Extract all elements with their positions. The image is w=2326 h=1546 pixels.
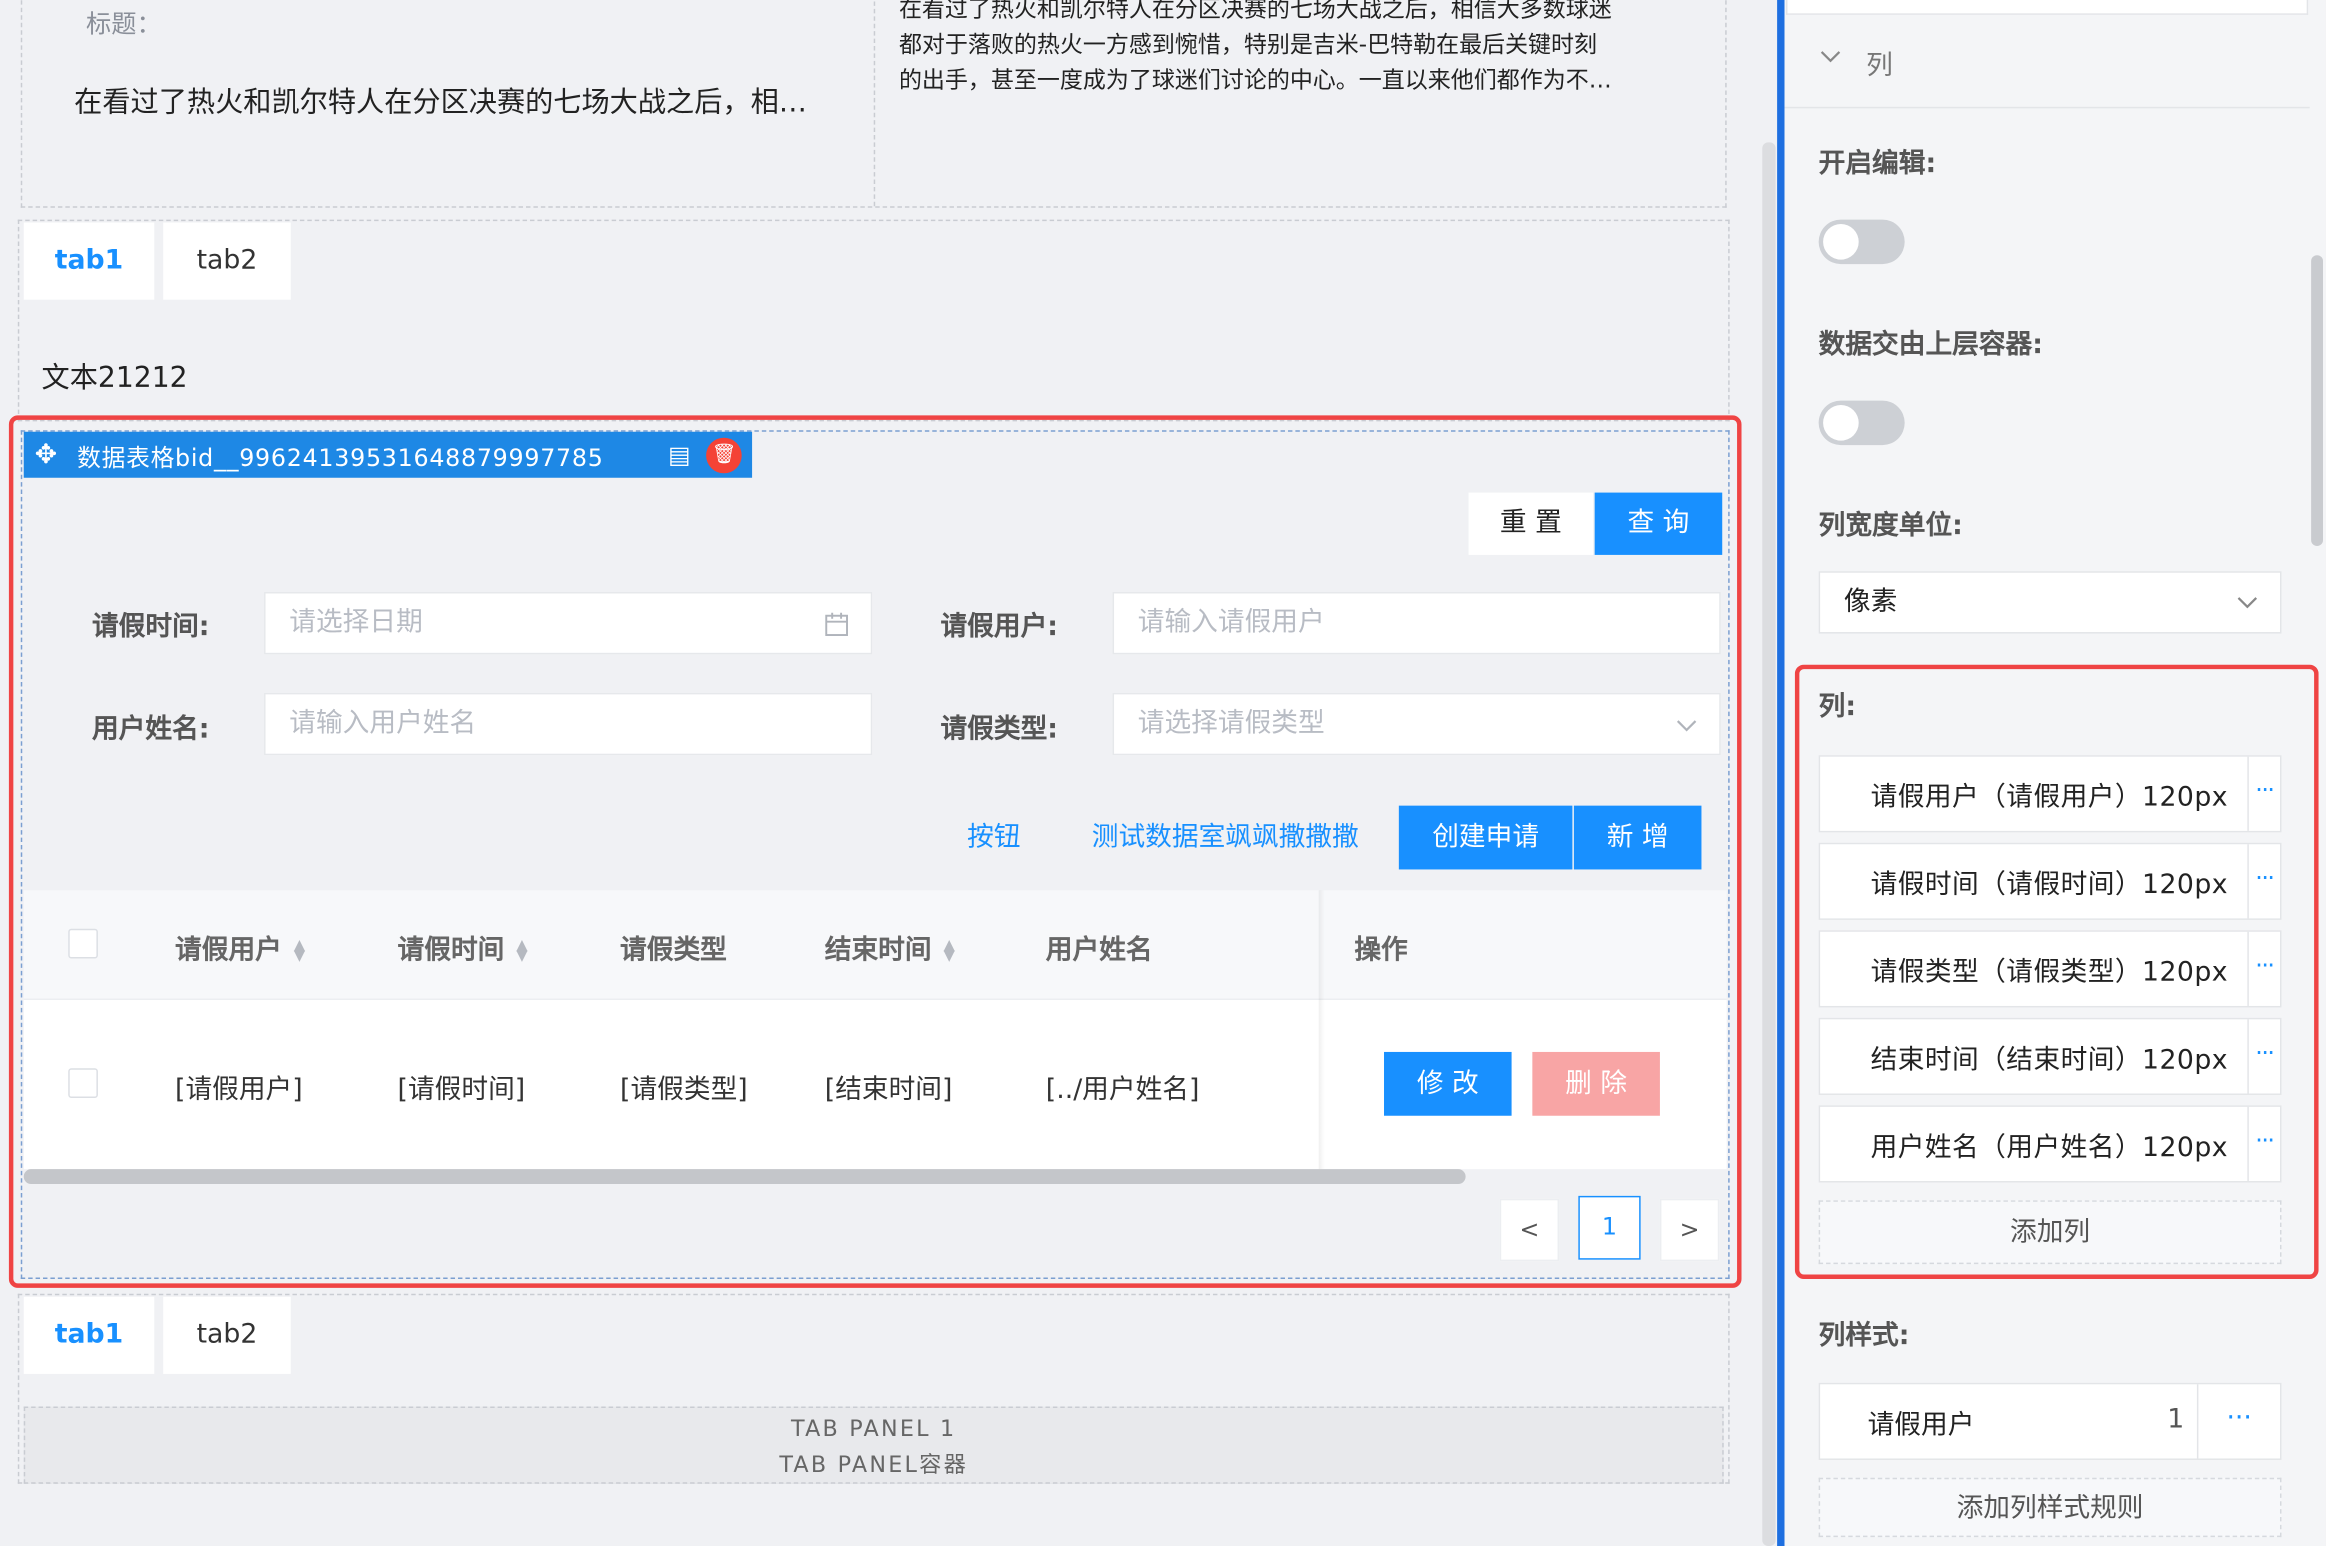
th-actions: 操作 <box>1354 934 1408 966</box>
leave-type-label: 请假类型: <box>940 713 1058 745</box>
more-icon[interactable]: ··· <box>2196 1384 2280 1459</box>
style-rule-count: 1 <box>2167 1403 2185 1435</box>
leave-user-label: 请假用户: <box>940 611 1058 643</box>
add-style-rule-button[interactable]: 添加列样式规则 <box>1818 1477 2282 1538</box>
tab-1-bottom[interactable]: tab1 <box>23 1296 155 1374</box>
user-name-placeholder: 请输入用户姓名 <box>289 707 477 739</box>
article-line: 在看过了热火和凯尔特人在分区决赛的七场大战之后，相信大多数球迷 <box>898 0 1612 23</box>
leave-user-placeholder: 请输入请假用户 <box>1137 606 1325 638</box>
th-leave-user[interactable]: 请假用户 ▲ ▼ <box>175 929 305 968</box>
user-name-label: 用户姓名: <box>91 713 210 745</box>
toolbar-link-button[interactable]: 按钮 <box>949 819 1038 858</box>
tab-2-bottom[interactable]: tab2 <box>163 1296 291 1374</box>
column-style-label: 列样式: <box>1818 1320 1910 1352</box>
chevron-down-icon <box>1675 694 1699 753</box>
prev-page-button[interactable]: < <box>1499 1198 1560 1262</box>
edit-row-button[interactable]: 修 改 <box>1384 1051 1512 1116</box>
article-title: 在看过了热火和凯尔特人在分区决赛的七场大战之后，相… <box>74 86 807 119</box>
panel-top-edge <box>1786 0 2309 15</box>
th-label: 请假时间 <box>397 934 505 966</box>
section-title-columns[interactable]: 列 <box>1866 45 1893 84</box>
article-line: 都对于落败的热火一方感到惋惜，特别是吉米-巴特勒在最后关键时刻 <box>898 31 1598 58</box>
cell-end-time: [结束时间] <box>824 1074 953 1106</box>
cell-leave-user: [请假用户] <box>175 1074 303 1106</box>
panel-resize-handle[interactable] <box>1777 0 1785 1546</box>
fixed-column-shadow <box>1318 890 1325 1170</box>
calendar-icon <box>823 593 850 652</box>
row-checkbox[interactable] <box>68 1068 98 1098</box>
width-unit-value: 像素 <box>1843 586 1898 618</box>
width-unit-select[interactable]: 像素 <box>1818 571 2282 634</box>
cell-leave-type: [请假类型] <box>620 1074 748 1106</box>
th-leave-type: 请假类型 <box>620 934 727 966</box>
tab-panel: TAB PANEL 1 TAB PANEL容器 <box>23 1406 1724 1484</box>
leave-type-select[interactable]: 请选择请假类型 <box>1112 692 1721 756</box>
component-name: 数据表格bid__99624139531648879997785 <box>77 442 604 472</box>
cell-user-name: [../用户姓名] <box>1045 1074 1200 1106</box>
tab-panel-subtitle: TAB PANEL容器 <box>779 1451 969 1478</box>
next-page-button[interactable]: > <box>1659 1198 1720 1262</box>
add-button[interactable]: 新 增 <box>1573 805 1702 870</box>
width-unit-label: 列宽度单位: <box>1818 510 1963 542</box>
sort-icon[interactable]: ▲ ▼ <box>294 938 305 963</box>
data-to-parent-label: 数据交由上层容器: <box>1818 329 2043 361</box>
style-rule-item[interactable]: 请假用户 1 ··· <box>1818 1382 2282 1460</box>
page-1-button[interactable]: 1 <box>1578 1195 1641 1260</box>
select-all-checkbox[interactable] <box>68 928 98 959</box>
data-to-parent-toggle[interactable] <box>1818 400 1905 446</box>
component-tag[interactable]: ✥ 数据表格bid__99624139531648879997785 ▤ 🗑 <box>23 431 753 478</box>
leave-type-placeholder: 请选择请假类型 <box>1137 707 1325 739</box>
cell-leave-time: [请假时间] <box>397 1074 526 1106</box>
tab-2[interactable]: tab2 <box>163 222 291 300</box>
leave-user-input[interactable]: 请输入请假用户 <box>1112 591 1721 655</box>
th-leave-time[interactable]: 请假时间 ▲ ▼ <box>398 929 528 968</box>
columns-highlight-outline <box>1794 664 2319 1279</box>
leave-time-placeholder: 请选择日期 <box>289 606 423 638</box>
chevron-down-icon[interactable] <box>1819 45 1843 75</box>
tab-1[interactable]: tab1 <box>23 222 155 300</box>
th-user-name: 用户姓名 <box>1045 934 1153 966</box>
sort-icon[interactable]: ▲ ▼ <box>943 938 954 963</box>
trash-icon[interactable]: 🗑 <box>706 436 742 473</box>
section-divider <box>1784 106 2310 109</box>
article-paragraph: 在看过了热火和凯尔特人在分区决赛的七场大战之后，相信大多数球迷 都对于落败的热火… <box>899 0 1700 98</box>
toolbar-link-test[interactable]: 测试数据室飒飒撒撒撒 <box>1080 819 1371 858</box>
delete-row-button[interactable]: 删 除 <box>1532 1051 1660 1116</box>
sort-icon[interactable]: ▲ ▼ <box>516 938 527 963</box>
user-name-input[interactable]: 请输入用户姓名 <box>264 692 873 756</box>
app-canvas: 标题： 在看过了热火和凯尔特人在分区决赛的七场大战之后，相… 在看过了热火和凯尔… <box>0 0 2326 1546</box>
panel-scrollbar[interactable] <box>2311 255 2324 547</box>
create-request-button[interactable]: 创建申请 <box>1398 805 1573 870</box>
leave-time-label: 请假时间: <box>91 611 210 643</box>
enable-edit-toggle[interactable] <box>1818 219 1905 265</box>
article-line: 的出手，甚至一度成为了球迷们讨论的中心。一直以来他们都作为不… <box>898 66 1612 94</box>
th-end-time[interactable]: 结束时间 ▲ ▼ <box>825 929 955 968</box>
move-icon[interactable]: ✥ <box>24 439 69 470</box>
text-component: 文本21212 <box>41 362 188 395</box>
style-rule-name: 请假用户 <box>1867 1409 1975 1441</box>
reset-button[interactable]: 重 置 <box>1468 492 1594 555</box>
chevron-down-icon <box>2235 573 2259 632</box>
copy-icon[interactable]: ▤ <box>662 441 698 469</box>
query-button[interactable]: 查 询 <box>1594 492 1723 555</box>
leave-time-datepicker[interactable]: 请选择日期 <box>264 591 873 655</box>
th-label: 请假用户 <box>175 934 282 966</box>
table-horizontal-scrollbar[interactable] <box>23 1169 1466 1184</box>
th-label: 结束时间 <box>824 934 932 966</box>
canvas-scrollbar[interactable] <box>1762 142 1776 1546</box>
tab-panel-title: TAB PANEL 1 <box>790 1415 957 1443</box>
enable-edit-label: 开启编辑: <box>1818 148 1937 180</box>
title-label: 标题： <box>86 10 162 41</box>
